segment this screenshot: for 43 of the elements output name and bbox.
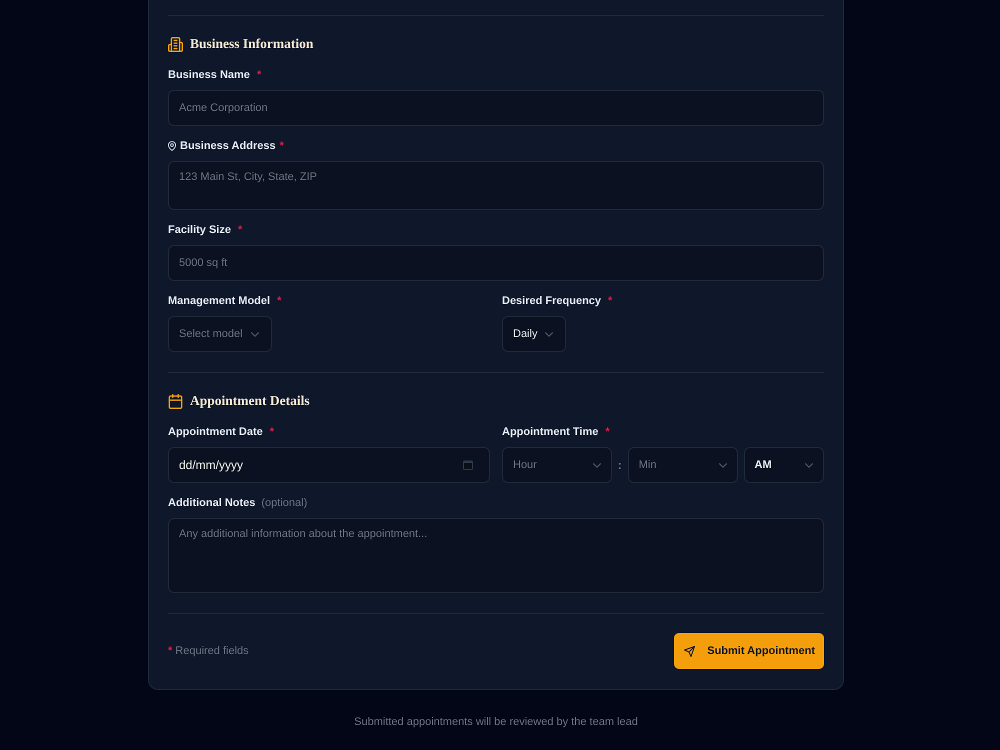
location-pin-icon bbox=[168, 141, 176, 151]
required-mark: * bbox=[608, 294, 612, 308]
required-mark: * bbox=[256, 68, 262, 82]
time-separator: : bbox=[618, 458, 622, 472]
chevron-down-icon bbox=[592, 462, 601, 468]
dropdown[interactable]: Hour bbox=[502, 447, 612, 483]
required-mark: * bbox=[605, 425, 610, 439]
required-mark: * bbox=[238, 223, 242, 237]
submit-button[interactable]: Submit Appointment bbox=[674, 633, 824, 669]
date-field[interactable]: dd/mm/yyyy bbox=[168, 447, 490, 483]
required-note: Required fields bbox=[175, 644, 249, 658]
optional-hint: (optional) bbox=[261, 496, 308, 510]
field-label: Additional Notes bbox=[168, 496, 256, 510]
section-title: Business Information bbox=[190, 35, 314, 53]
field-label: Facility Size bbox=[168, 223, 231, 237]
notes-field[interactable]: Any additional information about the appointment... bbox=[168, 518, 824, 593]
chevron-down-icon bbox=[805, 462, 813, 468]
field-label: Management Model bbox=[168, 294, 270, 308]
chevron-down-icon bbox=[718, 462, 726, 468]
field-label: Business Name bbox=[168, 68, 250, 82]
required-mark: * bbox=[168, 644, 172, 658]
dropdown[interactable]: AM bbox=[744, 447, 824, 483]
required-mark: * bbox=[280, 139, 284, 153]
field-label: Appointment Time bbox=[502, 425, 598, 439]
field-label: Appointment Date bbox=[168, 425, 263, 439]
building-icon bbox=[168, 36, 183, 52]
calendar-icon bbox=[463, 460, 473, 470]
text-field[interactable]: Acme Corporation bbox=[168, 90, 824, 126]
footer-note: Submitted appointments will be reviewed by the team lead bbox=[354, 715, 638, 729]
field-label: Desired Frequency bbox=[502, 294, 602, 308]
dropdown[interactable]: Min bbox=[628, 447, 738, 483]
chevron-down-icon bbox=[545, 332, 554, 336]
chevron-down-icon bbox=[250, 332, 259, 336]
required-mark: * bbox=[277, 294, 282, 308]
calendar-icon bbox=[168, 394, 183, 408]
field-label: Business Address bbox=[180, 139, 276, 153]
address-field[interactable]: 123 Main St, City, State, ZIP bbox=[168, 161, 824, 210]
required-mark: * bbox=[270, 425, 274, 439]
text-field[interactable]: 5000 sq ft bbox=[168, 245, 824, 281]
dropdown[interactable]: Daily bbox=[502, 316, 566, 352]
section-title: Appointment Details bbox=[190, 392, 310, 410]
dropdown[interactable]: Select model bbox=[168, 316, 272, 352]
send-icon bbox=[684, 646, 696, 656]
